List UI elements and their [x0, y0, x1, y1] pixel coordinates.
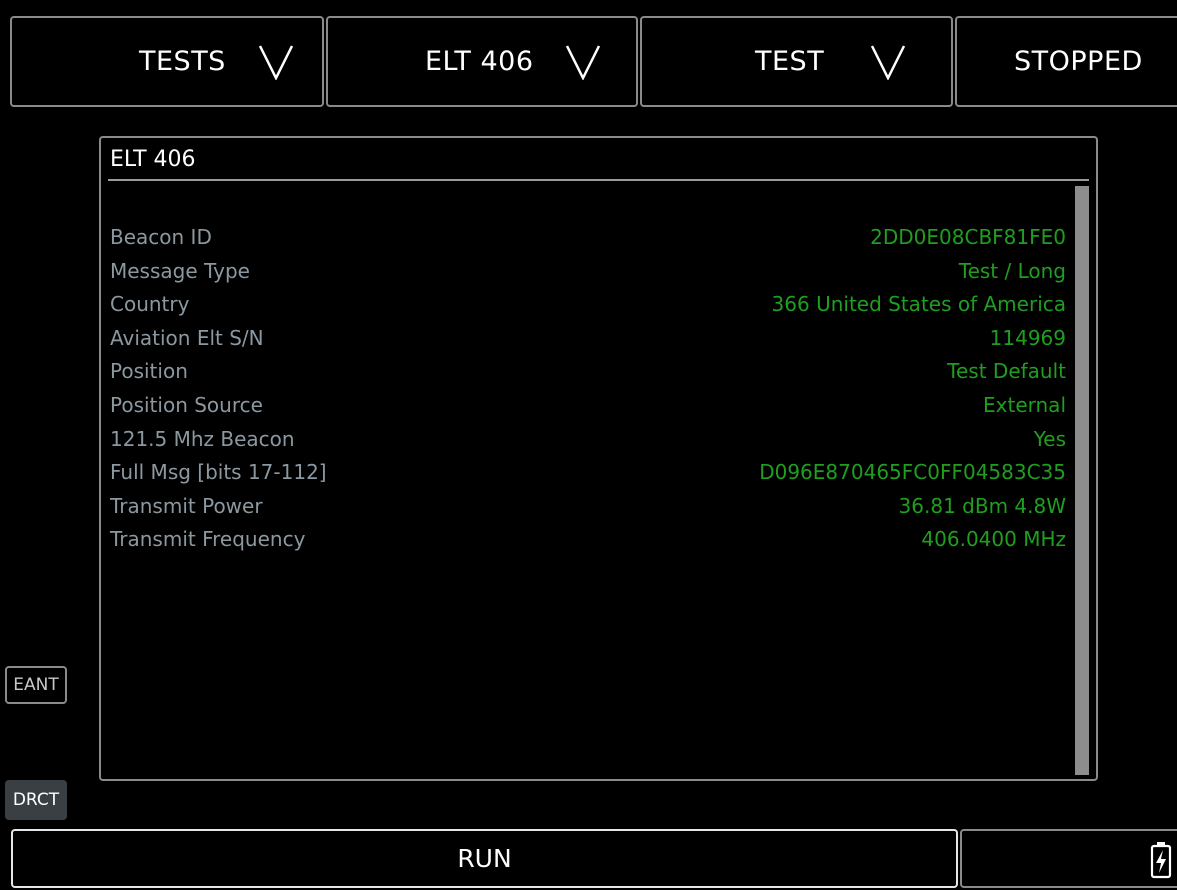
result-value: D096E870465FC0FF04583C35	[759, 460, 1066, 485]
tests-dropdown-button[interactable]: TESTS	[10, 16, 324, 107]
tests-dropdown-label: TESTS	[139, 46, 226, 77]
chevron-down-icon	[870, 45, 906, 80]
battery-status	[960, 829, 1177, 888]
result-row: Position Test Default	[110, 355, 1066, 389]
panel-divider	[108, 179, 1089, 181]
test-dropdown-button[interactable]: TEST	[640, 16, 953, 107]
eant-button[interactable]: EANT	[5, 666, 67, 704]
result-row: Country 366 United States of America	[110, 288, 1066, 322]
result-value: Test Default	[947, 359, 1066, 384]
status-indicator: STOPPED	[955, 16, 1177, 107]
result-label: Transmit Frequency	[110, 527, 306, 552]
result-row: Aviation Elt S/N 114969	[110, 322, 1066, 356]
result-value: 406.0400 MHz	[921, 527, 1066, 552]
result-row: Full Msg [bits 17-112] D096E870465FC0FF04…	[110, 456, 1066, 490]
results-panel: ELT 406 Beacon ID 2DD0E08CBF81FE0 Message …	[99, 136, 1098, 781]
scrollbar[interactable]	[1075, 186, 1089, 775]
result-row: Beacon ID 2DD0E08CBF81FE0	[110, 221, 1066, 255]
result-label: Position	[110, 359, 188, 384]
result-label: Beacon ID	[110, 225, 212, 249]
result-value: Yes	[1033, 426, 1066, 451]
result-value: External	[983, 392, 1066, 417]
chevron-down-icon	[565, 45, 601, 80]
result-value: 36.81 dBm 4.8W	[898, 493, 1066, 518]
result-label: Aviation Elt S/N	[110, 325, 264, 350]
result-label: Message Type	[110, 258, 250, 283]
result-label: 121.5 Mhz Beacon	[110, 426, 295, 451]
result-value: Test / Long	[958, 258, 1066, 283]
result-value: 114969	[989, 325, 1066, 350]
result-row: Transmit Frequency 406.0400 MHz	[110, 523, 1066, 557]
result-value: 2DD0E08CBF81FE0	[870, 225, 1066, 249]
result-label: Position Source	[110, 392, 263, 417]
results-list: Beacon ID 2DD0E08CBF81FE0 Message Type Test…	[110, 221, 1066, 557]
result-label: Full Msg [bits 17-112]	[110, 460, 327, 485]
status-label: STOPPED	[1014, 46, 1143, 77]
mode-dropdown-label: ELT 406	[425, 46, 534, 77]
panel-title: ELT 406	[110, 147, 196, 172]
test-dropdown-label: TEST	[755, 46, 825, 77]
result-label: Transmit Power	[110, 493, 263, 518]
result-value: 366 United States of America	[771, 292, 1066, 317]
result-row: Transmit Power 36.81 dBm 4.8W	[110, 490, 1066, 524]
result-row: 121.5 Mhz Beacon Yes	[110, 423, 1066, 457]
run-button[interactable]: RUN	[11, 829, 958, 888]
chevron-down-icon	[258, 45, 294, 80]
battery-charging-icon	[1150, 842, 1172, 879]
result-label: Country	[110, 292, 190, 317]
result-row: Position Source External	[110, 389, 1066, 423]
result-row: Message Type Test / Long	[110, 255, 1066, 289]
drct-button[interactable]: DRCT	[5, 780, 67, 820]
mode-dropdown-button[interactable]: ELT 406	[326, 16, 638, 107]
